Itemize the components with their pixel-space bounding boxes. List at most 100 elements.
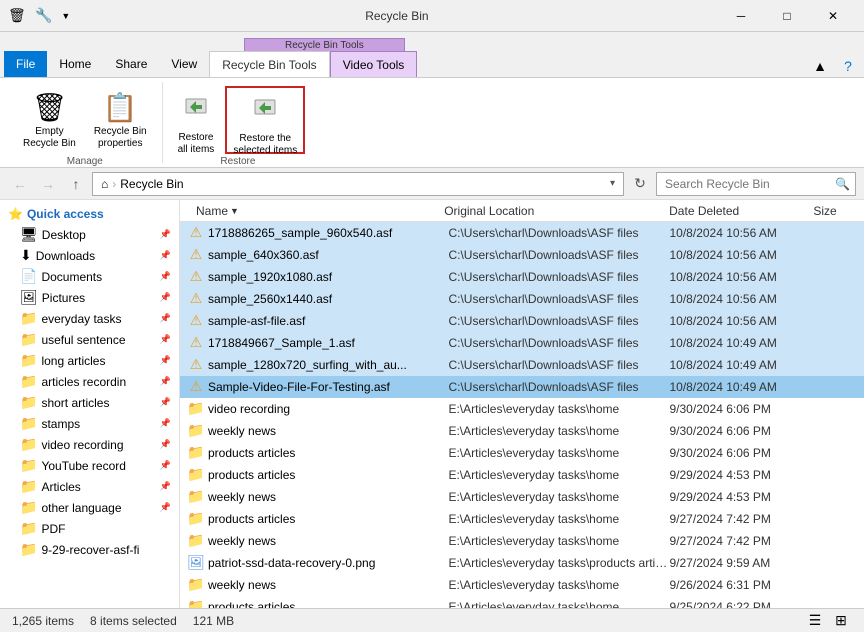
- file-icon-8: 📁: [188, 401, 204, 417]
- sidebar-item-7[interactable]: 📁articles recordin📌: [0, 371, 179, 392]
- file-row[interactable]: 📁 products articles E:\Articles\everyday…: [180, 596, 864, 608]
- restore-all-icon: [180, 91, 212, 130]
- tab-home[interactable]: Home: [47, 51, 103, 77]
- file-name-11: products articles: [208, 468, 448, 482]
- pin-icon-5: 📌: [160, 334, 171, 345]
- file-icon-5: ⚠: [188, 335, 204, 351]
- restore-selected-button[interactable]: Restore theselected items: [225, 86, 305, 154]
- file-row[interactable]: 📁 video recording E:\Articles\everyday t…: [180, 398, 864, 420]
- file-row[interactable]: ⚠ sample_640x360.asf C:\Users\charl\Down…: [180, 244, 864, 266]
- restore-all-label: Restoreall items: [178, 132, 215, 156]
- qat-dropdown[interactable]: ▼: [56, 6, 76, 26]
- file-row[interactable]: ⚠ sample_2560x1440.asf C:\Users\charl\Do…: [180, 288, 864, 310]
- file-location-1: C:\Users\charl\Downloads\ASF files: [448, 248, 669, 262]
- file-row[interactable]: ⚠ sample_1280x720_surfing_with_au... C:\…: [180, 354, 864, 376]
- search-wrapper: 🔍: [656, 172, 856, 196]
- sidebar-item-1[interactable]: ⬇Downloads📌: [0, 245, 179, 266]
- pin-icon-11: 📌: [160, 460, 171, 471]
- file-icon-4: ⚠: [188, 313, 204, 329]
- restore-all-button[interactable]: Restoreall items: [171, 86, 222, 154]
- file-icon-1: ⚠: [188, 247, 204, 263]
- pin-icon-3: 📌: [160, 292, 171, 303]
- file-type-icon: 📁: [187, 532, 204, 549]
- folder-icon-0: 🖥: [20, 226, 38, 243]
- manage-items: 🗑 EmptyRecycle Bin 📋 Recycle Binproperti…: [16, 86, 154, 154]
- tab-file[interactable]: File: [4, 51, 47, 77]
- file-row[interactable]: 📁 weekly news E:\Articles\everyday tasks…: [180, 420, 864, 442]
- sidebar-item-4[interactable]: 📁everyday tasks📌: [0, 308, 179, 329]
- file-location-9: E:\Articles\everyday tasks\home: [448, 424, 669, 438]
- tab-share[interactable]: Share: [103, 51, 159, 77]
- file-row[interactable]: ⚠ 1718886265_sample_960x540.asf C:\Users…: [180, 222, 864, 244]
- search-input[interactable]: [656, 172, 856, 196]
- qat-properties[interactable]: 🔧: [34, 6, 54, 26]
- sidebar-item-14[interactable]: 📁PDF: [0, 518, 179, 539]
- sidebar-item-6[interactable]: 📁long articles📌: [0, 350, 179, 371]
- sidebar-item-10[interactable]: 📁video recording📌: [0, 434, 179, 455]
- tab-recycle-bin-tools[interactable]: Recycle Bin Tools: [209, 51, 330, 77]
- file-icon-9: 📁: [188, 423, 204, 439]
- close-button[interactable]: ✕: [810, 0, 856, 32]
- file-row[interactable]: 📁 products articles E:\Articles\everyday…: [180, 442, 864, 464]
- file-deleted-9: 9/30/2024 6:06 PM: [670, 424, 811, 438]
- file-type-icon: 📁: [187, 598, 204, 608]
- back-button[interactable]: ←: [8, 172, 32, 196]
- address-dropdown-icon[interactable]: ▾: [610, 178, 615, 189]
- file-row[interactable]: ⚠ Sample-Video-File-For-Testing.asf C:\U…: [180, 376, 864, 398]
- large-icons-view-button[interactable]: ⊞: [830, 610, 852, 632]
- sidebar-item-3[interactable]: 🖼Pictures📌: [0, 287, 179, 308]
- tab-video-tools[interactable]: Video Tools: [330, 51, 418, 77]
- ribbon: 🗑 EmptyRecycle Bin 📋 Recycle Binproperti…: [0, 78, 864, 168]
- file-row[interactable]: 📁 products articles E:\Articles\everyday…: [180, 508, 864, 530]
- forward-button[interactable]: →: [36, 172, 60, 196]
- file-deleted-14: 9/27/2024 7:42 PM: [670, 534, 811, 548]
- col-deleted[interactable]: Date Deleted: [665, 204, 809, 218]
- minimize-button[interactable]: ─: [718, 0, 764, 32]
- file-icon-14: 📁: [188, 533, 204, 549]
- file-type-icon: ⚠: [190, 378, 203, 395]
- empty-recycle-bin-button[interactable]: 🗑 EmptyRecycle Bin: [16, 86, 83, 154]
- file-row[interactable]: 📁 weekly news E:\Articles\everyday tasks…: [180, 486, 864, 508]
- properties-icon: 📋: [103, 91, 138, 124]
- file-row[interactable]: ⚠ sample_1920x1080.asf C:\Users\charl\Do…: [180, 266, 864, 288]
- help-button[interactable]: ?: [836, 55, 860, 77]
- sidebar-item-9[interactable]: 📁stamps📌: [0, 413, 179, 434]
- quick-access-header[interactable]: ⭐ Quick access: [0, 204, 179, 224]
- sidebar-item-5[interactable]: 📁useful sentence📌: [0, 329, 179, 350]
- details-view-button[interactable]: ☰: [804, 610, 826, 632]
- tab-view[interactable]: View: [159, 51, 209, 77]
- file-row[interactable]: 🖼 patriot-ssd-data-recovery-0.png E:\Art…: [180, 552, 864, 574]
- restore-items: Restoreall items Restore theselected ite…: [171, 86, 306, 154]
- col-location[interactable]: Original Location: [440, 204, 665, 218]
- refresh-button[interactable]: ↻: [628, 172, 652, 196]
- maximize-button[interactable]: □: [764, 0, 810, 32]
- address-box[interactable]: ⌂ › Recycle Bin ▾: [92, 172, 624, 196]
- sidebar-item-8[interactable]: 📁short articles📌: [0, 392, 179, 413]
- sidebar-item-2[interactable]: 📄Documents📌: [0, 266, 179, 287]
- file-row[interactable]: 📁 weekly news E:\Articles\everyday tasks…: [180, 530, 864, 552]
- file-row[interactable]: 📁 weekly news E:\Articles\everyday tasks…: [180, 574, 864, 596]
- sidebar-item-13[interactable]: 📁other language📌: [0, 497, 179, 518]
- col-size[interactable]: Size: [809, 204, 864, 218]
- file-name-16: weekly news: [208, 578, 448, 592]
- file-row[interactable]: ⚠ sample-asf-file.asf C:\Users\charl\Dow…: [180, 310, 864, 332]
- file-type-icon: ⚠: [190, 290, 203, 307]
- sidebar-item-11[interactable]: 📁YouTube record📌: [0, 455, 179, 476]
- file-location-16: E:\Articles\everyday tasks\home: [448, 578, 669, 592]
- col-name[interactable]: Name ▼: [188, 204, 440, 218]
- sidebar-item-12[interactable]: 📁Articles📌: [0, 476, 179, 497]
- file-list: ⚠ 1718886265_sample_960x540.asf C:\Users…: [180, 222, 864, 608]
- ribbon-collapse-button[interactable]: ▲: [808, 55, 832, 77]
- file-deleted-17: 9/25/2024 6:22 PM: [670, 600, 811, 609]
- file-deleted-11: 9/29/2024 4:53 PM: [670, 468, 811, 482]
- file-type-icon: 🖼: [187, 554, 205, 571]
- recycle-bin-properties-button[interactable]: 📋 Recycle Binproperties: [87, 86, 154, 154]
- up-button[interactable]: ↑: [64, 172, 88, 196]
- sidebar-item-0[interactable]: 🖥Desktop📌: [0, 224, 179, 245]
- file-row[interactable]: ⚠ 1718849667_Sample_1.asf C:\Users\charl…: [180, 332, 864, 354]
- sidebar-item-15[interactable]: 📁9-29-recover-asf-fi: [0, 539, 179, 560]
- file-type-icon: 📁: [187, 488, 204, 505]
- file-name-7: Sample-Video-File-For-Testing.asf: [208, 380, 448, 394]
- pin-icon-4: 📌: [160, 313, 171, 324]
- file-row[interactable]: 📁 products articles E:\Articles\everyday…: [180, 464, 864, 486]
